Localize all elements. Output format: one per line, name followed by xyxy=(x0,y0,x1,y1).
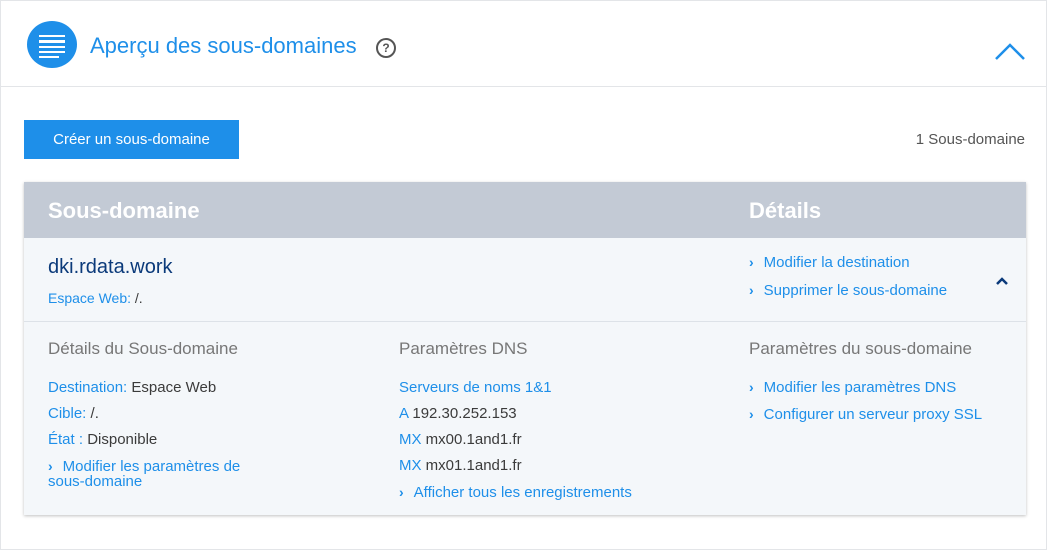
dns-record-type: MX xyxy=(399,457,422,474)
edit-subdomain-settings-link[interactable]: › Modifier les paramètres de sous-domaine xyxy=(48,458,278,490)
modify-dns-settings-label: Modifier les paramètres DNS xyxy=(763,379,957,396)
table-row[interactable]: dki.rdata.work Espace Web: /. › Modifier … xyxy=(24,239,1026,322)
chevron-right-icon: › xyxy=(749,379,754,395)
delete-subdomain-label: Supprimer le sous-domaine xyxy=(763,282,948,299)
dns-record-value: mx01.1and1.fr xyxy=(425,457,522,474)
status-line: État : Disponible xyxy=(48,431,157,448)
table-header: Sous-domaine Détails xyxy=(24,182,1026,238)
chevron-right-icon: › xyxy=(749,406,754,422)
create-subdomain-button[interactable]: Créer un sous-domaine xyxy=(24,120,239,159)
web-space-label: Espace Web: xyxy=(48,290,132,306)
panel-title: Aperçu des sous-domaines xyxy=(90,33,357,58)
list-icon xyxy=(27,21,77,68)
dns-record-mx-2: MX mx01.1and1.fr xyxy=(399,457,522,474)
destination-label: Destination: xyxy=(48,379,128,396)
configure-ssl-proxy-link[interactable]: › Configurer un serveur proxy SSL xyxy=(749,406,982,423)
dns-record-value: mx00.1and1.fr xyxy=(425,431,522,448)
target-label: Cible: xyxy=(48,405,87,422)
delete-subdomain-link[interactable]: › Supprimer le sous-domaine xyxy=(749,282,947,299)
target-value: /. xyxy=(90,405,99,422)
status-label: État : xyxy=(48,431,84,448)
modify-dns-settings-link[interactable]: › Modifier les paramètres DNS xyxy=(749,379,956,396)
dns-record-value: 192.30.252.153 xyxy=(412,405,517,422)
dns-record-mx-1: MX mx00.1and1.fr xyxy=(399,431,522,448)
chevron-right-icon: › xyxy=(48,458,53,474)
dns-record-a: A 192.30.252.153 xyxy=(399,405,517,422)
panel-header: Aperçu des sous-domaines ? xyxy=(1,1,1046,87)
modify-destination-link[interactable]: › Modifier la destination xyxy=(749,254,910,271)
show-all-records-link[interactable]: › Afficher tous les enregistrements xyxy=(399,484,632,501)
subdomain-name[interactable]: dki.rdata.work xyxy=(48,256,173,279)
chevron-right-icon: › xyxy=(399,484,404,500)
subdomain-table: Sous-domaine Détails dki.rdata.work Espa… xyxy=(24,182,1026,515)
subdomain-settings-title: Paramètres du sous-domaine xyxy=(749,339,973,358)
modify-destination-label: Modifier la destination xyxy=(763,254,910,271)
chevron-up-icon[interactable] xyxy=(994,41,1026,61)
dns-record-type: A xyxy=(399,405,409,422)
chevron-right-icon: › xyxy=(749,282,754,298)
show-all-records-label: Afficher tous les enregistrements xyxy=(413,484,632,501)
destination-line: Destination: Espace Web xyxy=(48,379,216,396)
help-icon[interactable]: ? xyxy=(376,38,396,58)
column-header-subdomain: Sous-domaine xyxy=(48,198,200,223)
web-space-line: Espace Web: /. xyxy=(48,290,143,306)
subdomain-count: 1 Sous-domaine xyxy=(915,131,1025,148)
dns-settings-title: Paramètres DNS xyxy=(399,339,528,358)
subdomain-overview-panel: Aperçu des sous-domaines ? Créer un sous… xyxy=(0,0,1047,550)
collapse-row-icon[interactable] xyxy=(995,276,1009,286)
chevron-right-icon: › xyxy=(749,254,754,270)
subdomain-details-title: Détails du Sous-domaine xyxy=(48,339,238,358)
row-details: Détails du Sous-domaine Destination: Esp… xyxy=(24,322,1026,515)
status-value: Disponible xyxy=(87,431,158,448)
edit-subdomain-settings-label: Modifier les paramètres de sous-domaine xyxy=(48,458,241,490)
destination-value: Espace Web xyxy=(131,379,217,396)
configure-ssl-proxy-label: Configurer un serveur proxy SSL xyxy=(763,406,983,423)
target-line: Cible: /. xyxy=(48,405,99,422)
column-header-details: Détails xyxy=(749,198,822,223)
web-space-value: /. xyxy=(134,290,143,306)
dns-record-type: MX xyxy=(399,431,422,448)
nameservers-link[interactable]: Serveurs de noms 1&1 xyxy=(399,379,552,396)
